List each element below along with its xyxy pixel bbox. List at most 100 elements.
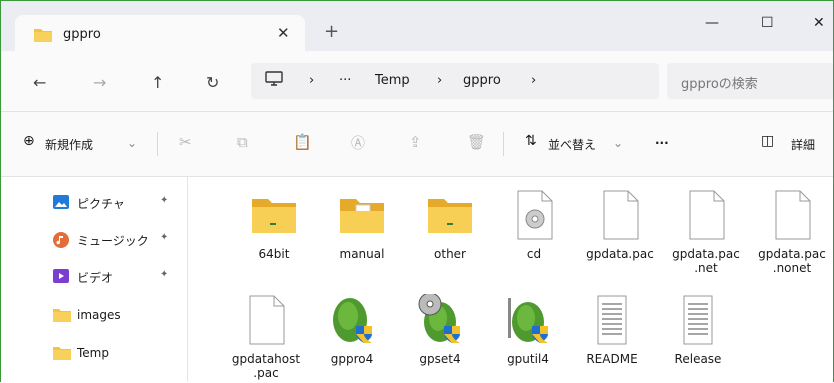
sidebar-item-videos[interactable]: ビデオ ✦ <box>53 267 183 287</box>
file-item-manual[interactable]: manual <box>322 177 402 267</box>
file-name: README <box>586 352 638 366</box>
back-button[interactable]: ← <box>33 73 46 92</box>
sidebar-item-pictures[interactable]: ピクチャ ✦ <box>53 193 183 213</box>
disc-image-icon <box>510 189 558 241</box>
file-name: Release <box>674 352 722 366</box>
sidebar-item-images[interactable]: images <box>53 306 183 326</box>
file-item-other[interactable]: other <box>410 177 490 267</box>
file-icon <box>682 189 730 241</box>
up-button[interactable]: ↑ <box>151 73 164 92</box>
sidebar-item-label: ミュージック <box>77 234 149 248</box>
forward-button[interactable]: → <box>93 73 106 92</box>
file-name: manual <box>339 247 385 261</box>
file-name: gpdatahost .pac <box>231 352 301 380</box>
sort-button[interactable]: 並べ替え <box>548 136 596 153</box>
cut-icon[interactable]: ✂ <box>179 133 192 151</box>
computer-icon <box>265 71 283 91</box>
new-plus-icon: ⊕ <box>23 133 35 149</box>
search-placeholder: gpproの検索 <box>681 77 758 92</box>
app-icon <box>416 292 464 346</box>
file-name: gputil4 <box>507 352 549 366</box>
divider <box>157 132 158 156</box>
paste-icon[interactable]: 📋 <box>293 133 312 151</box>
file-name: other <box>434 247 466 261</box>
folder-icon <box>426 189 474 241</box>
file-name: gpdata.pac .nonet <box>758 247 826 275</box>
file-item-gpdata-pac-net[interactable]: gpdata.pac .net <box>666 177 746 275</box>
file-icon <box>596 189 644 241</box>
file-item-gppro4[interactable]: gppro4 <box>312 282 392 372</box>
explorer-window: gppro ✕ + — ☐ ✕ ← → ↑ ↻ › ··· Temp › gpp… <box>0 0 834 382</box>
title-bar: gppro ✕ + — ☐ ✕ <box>1 1 833 51</box>
minimize-button[interactable]: — <box>705 15 719 31</box>
delete-icon[interactable]: 🗑 <box>467 133 486 151</box>
sidebar-item-label: ビデオ <box>77 271 114 285</box>
details-button[interactable]: 詳細 <box>791 136 815 153</box>
file-item-readme[interactable]: README <box>572 282 652 372</box>
pin-icon: ✦ <box>160 195 169 206</box>
search-input[interactable]: gpproの検索 <box>667 63 833 99</box>
close-window-button[interactable]: ✕ <box>813 15 825 31</box>
music-icon <box>53 232 69 251</box>
sidebar-item-music[interactable]: ミュージック ✦ <box>53 230 183 250</box>
sidebar-item-label: Temp <box>77 346 109 360</box>
tab-gppro[interactable]: gppro ✕ <box>15 15 305 51</box>
folder-icon <box>338 189 386 241</box>
sidebar-item-label: ピクチャ <box>77 197 125 211</box>
share-icon[interactable]: ⇪ <box>409 133 422 151</box>
sidebar-item-label: images <box>77 308 121 322</box>
breadcrumb-chevron[interactable]: › <box>437 73 442 88</box>
file-name: gppro4 <box>330 352 374 366</box>
breadcrumb-temp[interactable]: Temp <box>375 73 410 88</box>
more-options-button[interactable]: ··· <box>655 136 669 150</box>
command-bar: ⊕ 新規作成 ⌄ ✂ ⧉ 📋 Ⓐ ⇪ 🗑 ⇅ 並べ替え ⌄ ··· ◫ 詳細 <box>1 112 833 176</box>
sort-icon: ⇅ <box>525 133 537 149</box>
breadcrumb-gppro[interactable]: gppro <box>463 73 501 88</box>
file-name: 64bit <box>258 247 290 261</box>
file-item-64bit[interactable]: 64bit <box>234 177 314 267</box>
sidebar-item-temp[interactable]: Temp <box>53 344 183 364</box>
file-name: gpset4 <box>419 352 461 366</box>
address-bar[interactable]: › ··· Temp › gppro › <box>251 63 659 99</box>
pin-icon: ✦ <box>160 232 169 243</box>
navigation-pane: ピクチャ ✦ ミュージック ✦ ビデオ ✦ images Temp <box>1 177 187 382</box>
file-item-gpdata-pac[interactable]: gpdata.pac <box>580 177 660 267</box>
text-file-icon <box>588 294 636 346</box>
file-name: cd <box>526 247 542 261</box>
file-item-gpdata-pac-nonet[interactable]: gpdata.pac .nonet <box>752 177 832 275</box>
rename-icon[interactable]: Ⓐ <box>351 133 365 153</box>
refresh-button[interactable]: ↻ <box>206 73 219 92</box>
file-icon <box>242 294 290 346</box>
divider <box>503 132 504 156</box>
maximize-button[interactable]: ☐ <box>761 15 774 31</box>
folder-icon <box>53 308 71 325</box>
file-item-release[interactable]: Release <box>658 282 738 372</box>
tab-close-button[interactable]: ✕ <box>277 24 290 42</box>
file-name: gpdata.pac .net <box>672 247 740 275</box>
breadcrumb-chevron[interactable]: › <box>531 73 536 88</box>
new-button[interactable]: 新規作成 <box>45 136 93 153</box>
folder-icon <box>250 189 298 241</box>
pin-icon: ✦ <box>160 269 169 280</box>
copy-icon[interactable]: ⧉ <box>237 133 248 151</box>
folder-icon <box>33 27 53 46</box>
breadcrumb-chevron[interactable]: › <box>309 73 314 88</box>
details-pane-icon: ◫ <box>761 133 775 149</box>
file-list: 64bit manual other cd gpdata.pac gpdata.… <box>188 177 833 382</box>
folder-icon <box>53 346 71 363</box>
file-name: gpdata.pac <box>586 247 654 261</box>
chevron-down-icon[interactable]: ⌄ <box>613 136 623 150</box>
text-file-icon <box>674 294 722 346</box>
file-item-gputil4[interactable]: gputil4 <box>488 282 568 372</box>
navigation-bar: ← → ↑ ↻ › ··· Temp › gppro › gpproの検索 <box>1 51 833 111</box>
breadcrumb-overflow[interactable]: ··· <box>339 73 351 88</box>
tab-title: gppro <box>63 27 101 42</box>
file-item-gpset4[interactable]: gpset4 <box>400 282 480 372</box>
file-icon <box>768 189 816 241</box>
app-icon <box>328 294 376 346</box>
chevron-down-icon[interactable]: ⌄ <box>127 136 137 150</box>
new-tab-button[interactable]: + <box>324 21 339 42</box>
file-item-gpdatahost-pac[interactable]: gpdatahost .pac <box>226 282 306 380</box>
file-item-cd[interactable]: cd <box>494 177 574 267</box>
pictures-icon <box>53 195 69 212</box>
